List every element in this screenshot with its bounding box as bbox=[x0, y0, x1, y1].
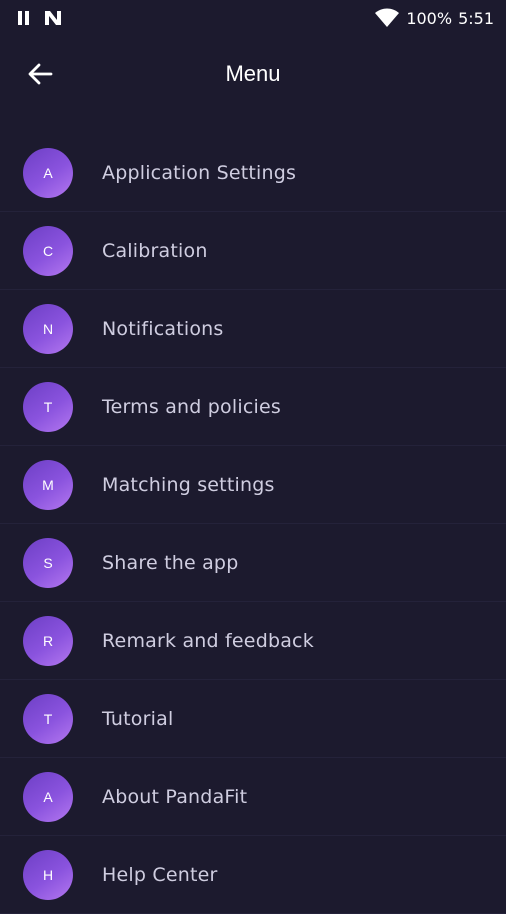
menu-item-avatar: T bbox=[23, 381, 73, 432]
menu-item-matching-settings[interactable]: M Matching settings bbox=[0, 446, 506, 524]
menu-item-avatar: H bbox=[23, 849, 73, 900]
arrow-left-icon bbox=[28, 63, 53, 85]
menu-item-label: Tutorial bbox=[102, 707, 174, 730]
menu-item-application-settings[interactable]: A Application Settings bbox=[0, 134, 506, 212]
menu-item-avatar: M bbox=[23, 459, 73, 510]
back-button[interactable] bbox=[20, 56, 60, 92]
menu-item-help-center[interactable]: H Help Center bbox=[0, 836, 506, 914]
menu-item-notifications[interactable]: N Notifications bbox=[0, 290, 506, 368]
wifi-icon bbox=[375, 8, 400, 27]
menu-item-label: Help Center bbox=[102, 863, 218, 886]
menu-item-label: Notifications bbox=[102, 317, 224, 340]
menu-item-share-the-app[interactable]: S Share the app bbox=[0, 524, 506, 602]
pause-icon bbox=[18, 11, 29, 25]
status-right: 100% 5:51 bbox=[374, 8, 494, 28]
menu-item-calibration[interactable]: C Calibration bbox=[0, 212, 506, 290]
n-notification-icon bbox=[45, 11, 61, 25]
menu-item-terms-and-policies[interactable]: T Terms and policies bbox=[0, 368, 506, 446]
menu-item-remark-and-feedback[interactable]: R Remark and feedback bbox=[0, 602, 506, 680]
status-bar: 100% 5:51 bbox=[0, 0, 506, 36]
clock-text: 5:51 bbox=[458, 8, 494, 28]
menu-item-tutorial[interactable]: T Tutorial bbox=[0, 680, 506, 758]
menu-item-avatar: S bbox=[23, 537, 73, 588]
menu-item-label: Terms and policies bbox=[102, 395, 281, 418]
menu-list: A Application Settings C Calibration N Notifi… bbox=[0, 134, 506, 914]
menu-item-avatar: A bbox=[23, 771, 73, 822]
menu-item-label: About PandaFit bbox=[102, 785, 248, 808]
menu-item-label: Remark and feedback bbox=[102, 629, 314, 652]
menu-item-label: Application Settings bbox=[102, 161, 297, 184]
battery-text: 100% bbox=[406, 8, 453, 28]
status-left bbox=[18, 9, 63, 27]
menu-item-avatar: R bbox=[23, 615, 73, 666]
app-bar: Menu bbox=[0, 44, 506, 104]
page-title: Menu bbox=[225, 61, 281, 86]
menu-item-avatar: T bbox=[23, 693, 73, 744]
menu-item-avatar: N bbox=[23, 303, 73, 354]
menu-item-label: Matching settings bbox=[102, 473, 275, 496]
menu-item-avatar: C bbox=[23, 225, 73, 276]
menu-item-about-pandafit[interactable]: A About PandaFit bbox=[0, 758, 506, 836]
menu-item-label: Calibration bbox=[102, 239, 208, 262]
menu-item-label: Share the app bbox=[102, 551, 239, 574]
menu-item-avatar: A bbox=[23, 147, 73, 198]
